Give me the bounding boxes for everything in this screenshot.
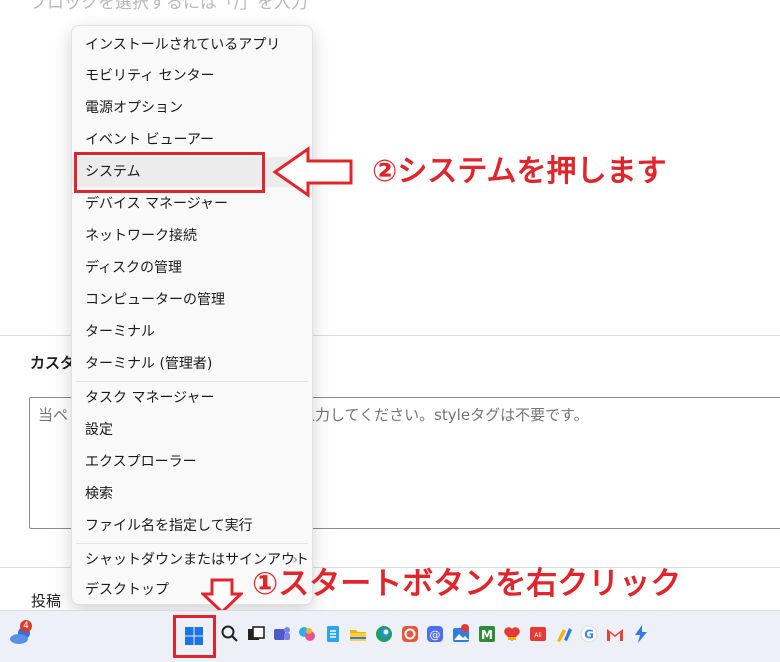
photos-icon[interactable] [451, 624, 471, 644]
post-tab[interactable]: 投稿 [31, 590, 61, 611]
custom-css-placeholder-start: 当ペ [38, 406, 69, 424]
menu-item-file-explorer[interactable]: エクスプローラー [72, 447, 312, 477]
menu-item-label: 設定 [85, 422, 113, 438]
menu-item-label: 検索 [85, 486, 113, 502]
gmail-icon[interactable] [605, 624, 625, 644]
menu-item-disk-management[interactable]: ディスクの管理 [72, 253, 312, 283]
menu-item-label: デバイス マネージャー [85, 196, 229, 212]
start-icon[interactable] [184, 626, 204, 646]
pen-app-icon[interactable] [554, 624, 574, 644]
menu-item-power-options[interactable]: 電源オプション [72, 93, 312, 123]
start-context-menu: インストールされているアプリ モビリティ センター 電源オプション イベント ビ… [71, 25, 313, 605]
mail-icon[interactable]: @ [425, 624, 445, 644]
menu-item-task-manager[interactable]: タスク マネージャー [72, 383, 312, 413]
menu-item-label: ネットワーク接続 [85, 228, 197, 244]
heart-app-icon[interactable] [502, 624, 522, 644]
svg-text:@: @ [430, 629, 441, 642]
menu-item-label: タスク マネージャー [85, 390, 215, 406]
block-placeholder: ブロックを選択するには「/」を入力 [30, 0, 308, 13]
menu-item-label: ファイル名を指定して実行 [85, 518, 253, 534]
menu-item-label: モビリティ センター [85, 68, 215, 84]
edge-icon[interactable] [374, 624, 394, 644]
menu-item-terminal-admin[interactable]: ターミナル (管理者) [72, 349, 312, 379]
bolt-app-icon[interactable] [631, 624, 651, 644]
menu-item-terminal[interactable]: ターミナル [72, 317, 312, 347]
copilot-icon[interactable] [297, 624, 317, 644]
menu-item-label: ターミナル (管理者) [85, 356, 213, 372]
menu-item-label: コンピューターの管理 [85, 292, 225, 308]
notification-badge: 4 [20, 620, 32, 632]
app-icon[interactable] [400, 624, 420, 644]
search-icon[interactable] [220, 624, 240, 644]
menu-item-network-connections[interactable]: ネットワーク接続 [72, 221, 312, 251]
file-explorer-icon[interactable] [348, 624, 368, 644]
notepad-icon[interactable] [323, 624, 343, 644]
teams-icon[interactable] [272, 624, 292, 644]
menu-item-label: ターミナル [85, 324, 155, 340]
annotation-step2: ②システムを押します [372, 154, 667, 189]
left-arrow-icon [272, 146, 353, 198]
svg-text:M: M [481, 628, 493, 642]
menu-item-label: 電源オプション [85, 100, 183, 116]
custom-css-heading: カスタム CSS [30, 354, 76, 372]
task-view-icon[interactable] [246, 624, 266, 644]
google-icon[interactable]: G [579, 624, 599, 644]
menu-separator [76, 543, 308, 544]
ali-app-icon[interactable]: Ali [528, 624, 548, 644]
menu-item-computer-management[interactable]: コンピューターの管理 [72, 285, 312, 315]
menu-separator [76, 381, 308, 382]
menu-item-mobility-center[interactable]: モビリティ センター [72, 61, 312, 91]
menu-item-settings[interactable]: 設定 [72, 415, 312, 445]
highlight-box-system [74, 152, 265, 193]
svg-text:Ali: Ali [534, 632, 542, 639]
custom-css-placeholder-end: 入力してください。styleタグは不要です。 [300, 406, 589, 424]
svg-text:G: G [584, 628, 594, 642]
menu-item-installed-apps[interactable]: インストールされているアプリ [72, 30, 312, 60]
menu-item-label: インストールされているアプリ [85, 37, 281, 53]
menu-item-label: デスクトップ [85, 582, 169, 598]
down-arrow-icon [201, 578, 243, 614]
m-app-icon[interactable]: M [477, 624, 497, 644]
annotation-step1: ①スタートボタンを右クリック [252, 566, 682, 602]
menu-item-label: エクスプローラー [85, 454, 197, 470]
menu-item-run[interactable]: ファイル名を指定して実行 [72, 511, 312, 541]
menu-item-label: イベント ビューアー [85, 132, 215, 148]
menu-item-search[interactable]: 検索 [72, 479, 312, 509]
menu-item-label: ディスクの管理 [85, 260, 183, 276]
